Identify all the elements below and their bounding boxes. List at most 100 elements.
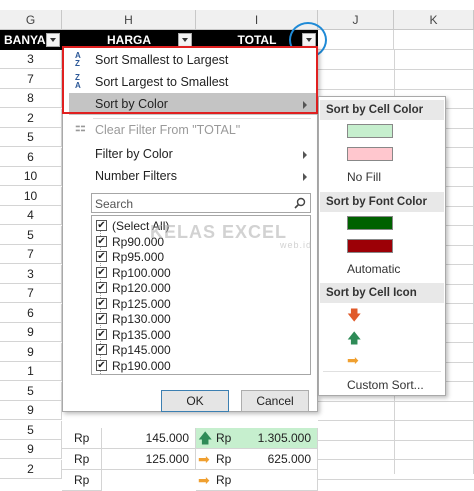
ok-button[interactable]: OK bbox=[161, 390, 229, 412]
submenu-heading: Sort by Cell Color bbox=[320, 100, 444, 120]
column-header-j[interactable]: J bbox=[318, 10, 394, 30]
cell-g[interactable]: 6 bbox=[0, 147, 62, 167]
arrow-down-red-icon[interactable]: 🡇 bbox=[347, 308, 361, 322]
automatic-option[interactable]: Automatic bbox=[347, 262, 400, 276]
arrow-right-yellow-icon[interactable]: ➡ bbox=[347, 353, 359, 367]
cell-g[interactable]: 10 bbox=[0, 167, 62, 186]
custom-sort-option[interactable]: Custom Sort... bbox=[347, 378, 424, 392]
column-header-g[interactable]: G bbox=[0, 10, 62, 30]
no-fill-option[interactable]: No Fill bbox=[347, 170, 381, 184]
cell-total[interactable]: 🡅 Rp 1.305.000 bbox=[196, 428, 318, 449]
grid-line bbox=[318, 88, 474, 90]
submenu-heading: Sort by Font Color bbox=[320, 192, 444, 212]
chevron-right-icon bbox=[303, 173, 307, 181]
cell-total-rp: Rp bbox=[216, 431, 232, 445]
cell-total-rp: Rp bbox=[216, 473, 232, 487]
cell-g[interactable]: 4 bbox=[0, 206, 62, 225]
header-cell-k[interactable] bbox=[394, 30, 474, 50]
checkbox[interactable]: ✔ bbox=[96, 328, 107, 340]
cell-g[interactable]: 6 bbox=[0, 303, 62, 323]
checkbox[interactable]: ✔ bbox=[96, 266, 107, 278]
checkbox[interactable]: ✔ bbox=[96, 344, 107, 355]
swatch-light-green[interactable] bbox=[347, 124, 393, 138]
cell-g[interactable]: 9 bbox=[0, 401, 62, 420]
cell-total-value: 1.305.000 bbox=[257, 431, 311, 445]
menu-filter-by-color[interactable]: Filter by Color bbox=[69, 143, 317, 165]
cell-g[interactable]: 7 bbox=[0, 245, 62, 264]
watermark: KELAS EXCEL web.id bbox=[150, 222, 311, 250]
table-row[interactable]: Rp ➡ Rp bbox=[0, 470, 474, 491]
list-item[interactable]: ✔ Rp100.000 bbox=[96, 265, 171, 281]
cancel-button[interactable]: Cancel bbox=[241, 390, 309, 412]
list-item[interactable]: ✔ Rp95.000 bbox=[96, 249, 164, 265]
sort-options-highlight bbox=[62, 46, 318, 114]
cell-g[interactable]: 3 bbox=[0, 50, 62, 69]
checkbox[interactable]: ✔ bbox=[96, 251, 107, 262]
checkbox[interactable]: ✔ bbox=[96, 313, 107, 324]
filter-dropdown-harga[interactable] bbox=[178, 33, 192, 47]
cell-rp[interactable]: Rp bbox=[62, 428, 102, 449]
menu-label: Filter by Color bbox=[95, 147, 173, 161]
list-item[interactable]: ✔ Rp130.000 bbox=[96, 311, 171, 327]
column-header-h[interactable]: H bbox=[62, 10, 196, 30]
arrow-up-green-icon[interactable]: 🡅 bbox=[347, 331, 361, 345]
search-icon bbox=[294, 197, 306, 209]
list-item-label: Rp130.000 bbox=[112, 312, 171, 326]
cell-total[interactable]: ➡ Rp bbox=[196, 470, 318, 491]
search-input[interactable]: Search bbox=[91, 193, 311, 213]
cell-harga[interactable]: 125.000 bbox=[102, 449, 196, 470]
swatch-dark-red[interactable] bbox=[347, 239, 393, 253]
cell-rp[interactable]: Rp bbox=[62, 449, 102, 470]
cell-g[interactable]: 2 bbox=[0, 108, 62, 128]
cell-g[interactable]: 5 bbox=[0, 128, 62, 147]
cell-g[interactable]: 7 bbox=[0, 69, 62, 89]
cell-g[interactable]: 9 bbox=[0, 323, 62, 342]
column-header-k[interactable]: K bbox=[394, 10, 474, 30]
cell-harga[interactable]: 145.000 bbox=[102, 428, 196, 449]
swatch-dark-green[interactable] bbox=[347, 216, 393, 230]
cell-g[interactable]: 8 bbox=[0, 89, 62, 108]
watermark-text: KELAS EXCEL bbox=[150, 222, 288, 242]
watermark-sub: web.id bbox=[280, 240, 313, 250]
swatch-light-red[interactable] bbox=[347, 147, 393, 161]
list-item-label: Rp120.000 bbox=[112, 281, 171, 295]
list-item[interactable]: ✔ Rp125.000 bbox=[96, 296, 171, 312]
cell-g[interactable]: 7 bbox=[0, 284, 62, 303]
table-row[interactable]: Rp 125.000 ➡ Rp 625.000 bbox=[0, 449, 474, 470]
header-cell-j[interactable] bbox=[318, 30, 394, 50]
arrow-up-green-icon: 🡅 bbox=[198, 430, 213, 446]
grid-line bbox=[318, 400, 474, 402]
cell-g[interactable]: 5 bbox=[0, 381, 62, 401]
cell-g[interactable]: 3 bbox=[0, 264, 62, 284]
list-item-label: Rp200.000 bbox=[112, 374, 171, 375]
cell-g[interactable]: 9 bbox=[0, 342, 62, 362]
filter-dropdown-banya[interactable] bbox=[46, 33, 60, 47]
cell-g[interactable]: 5 bbox=[0, 225, 62, 245]
list-item-label: Rp190.000 bbox=[112, 358, 171, 373]
list-item[interactable]: ✔ Rp135.000 bbox=[96, 327, 171, 343]
chevron-right-icon bbox=[303, 151, 307, 159]
table-row[interactable]: Rp 145.000 🡅 Rp 1.305.000 bbox=[0, 428, 474, 449]
checkbox[interactable]: ✔ bbox=[96, 235, 107, 247]
checkbox[interactable]: ✔ bbox=[96, 359, 107, 371]
list-item[interactable]: ✔ Rp145.000 bbox=[96, 342, 171, 358]
list-item[interactable]: ✔ Rp120.000 bbox=[96, 280, 171, 296]
menu-number-filters[interactable]: Number Filters bbox=[69, 165, 317, 187]
list-item-label: Rp125.000 bbox=[112, 296, 171, 311]
menu-label: Number Filters bbox=[95, 169, 177, 183]
checkbox[interactable]: ✔ bbox=[96, 220, 107, 231]
list-item[interactable]: ✔Rp200.000 bbox=[112, 373, 171, 375]
list-item[interactable]: ✔ Rp190.000 bbox=[96, 358, 171, 374]
checkbox[interactable]: ✔ bbox=[96, 282, 107, 293]
grid-line bbox=[318, 420, 474, 421]
cell-g[interactable]: 1 bbox=[0, 362, 62, 381]
submenu-heading: Sort by Cell Icon bbox=[320, 283, 444, 303]
menu-clear-filter[interactable]: ⚏ Clear Filter From "TOTAL" bbox=[69, 119, 317, 141]
search-placeholder: Search bbox=[95, 197, 134, 211]
checkbox[interactable]: ✔ bbox=[96, 297, 107, 309]
arrow-right-yellow-icon: ➡ bbox=[198, 472, 210, 488]
cell-g[interactable]: 10 bbox=[0, 186, 62, 206]
cell-rp[interactable]: Rp bbox=[62, 470, 102, 491]
cell-total-value: 625.000 bbox=[267, 452, 311, 466]
cell-total[interactable]: ➡ Rp 625.000 bbox=[196, 449, 318, 470]
